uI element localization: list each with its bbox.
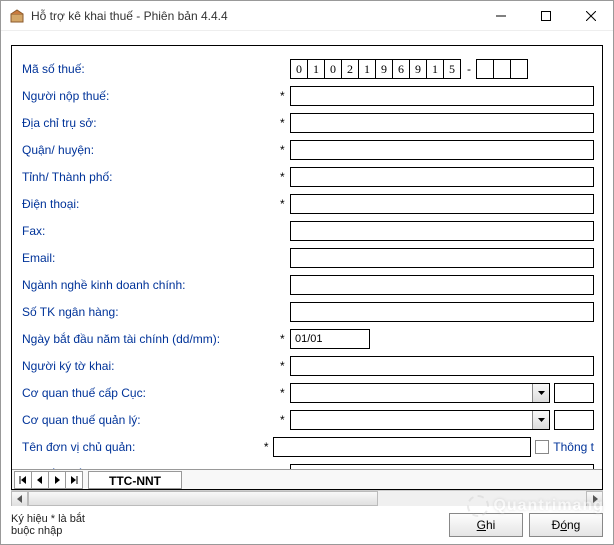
maximize-button[interactable]: [523, 1, 568, 30]
input-dienthoai[interactable]: [290, 194, 594, 214]
input-nguoikytokhai[interactable]: [290, 356, 594, 376]
scroll-right-button[interactable]: [586, 491, 603, 506]
label-nguoinopthue: Người nộp thuế:: [22, 89, 280, 103]
input-coquanthuequanly-extra[interactable]: [554, 410, 594, 430]
tax-code-boxes: -: [290, 59, 528, 79]
tab-bar: TTC-NNT: [12, 469, 602, 490]
save-label-rest: hi: [486, 518, 495, 532]
input-fax[interactable]: [290, 221, 594, 241]
label-fax: Fax:: [22, 224, 280, 238]
label-ngaybatdau: Ngày bắt đầu năm tài chính (dd/mm):: [22, 332, 280, 346]
dropdown-icon[interactable]: [532, 411, 549, 429]
minimize-button[interactable]: [478, 1, 523, 30]
label-nganhnghe: Ngành nghề kinh doanh chính:: [22, 278, 280, 292]
label-tinhthanhpho: Tỉnh/ Thành phố:: [22, 170, 280, 184]
combo-coquanthuequanly[interactable]: [290, 410, 550, 430]
required-note: Ký hiệu * là bắtbuộc nhập: [11, 513, 443, 537]
input-tendonvichuquan[interactable]: [273, 437, 531, 457]
required-star: *: [280, 197, 290, 211]
required-star: *: [280, 359, 290, 373]
horizontal-scrollbar[interactable]: [11, 490, 603, 506]
label-masothue: Mã số thuế:: [22, 62, 280, 76]
form-container: Mã số thuế:: [11, 45, 603, 490]
tax-digit-2[interactable]: [324, 59, 342, 79]
input-quanhuyen[interactable]: [290, 140, 594, 160]
label-nguoikytokhai: Người ký tờ khai:: [22, 359, 280, 373]
required-star: *: [280, 467, 290, 469]
combo-coquanthueapcuc[interactable]: [290, 383, 550, 403]
scroll-track[interactable]: [28, 491, 586, 506]
scroll-thumb[interactable]: [28, 491, 378, 506]
tax-digit-0[interactable]: [290, 59, 308, 79]
input-masothuedonvi[interactable]: [290, 464, 594, 469]
label-tendonvichuquan: Tên đơn vị chủ quản:: [22, 440, 264, 454]
window-title: Hỗ trợ kê khai thuế - Phiên bản 4.4.4: [31, 9, 478, 23]
titlebar: Hỗ trợ kê khai thuế - Phiên bản 4.4.4: [1, 1, 613, 31]
tax-digit-9[interactable]: [443, 59, 461, 79]
tax-digit-5[interactable]: [375, 59, 393, 79]
input-coquanthueapcuc-extra[interactable]: [554, 383, 594, 403]
tax-digit-7[interactable]: [409, 59, 427, 79]
tax-ext-1[interactable]: [493, 59, 511, 79]
footer-bar: Ký hiệu * là bắtbuộc nhập Ghi Đóng: [1, 506, 613, 544]
input-ngaybatdau[interactable]: [290, 329, 370, 349]
tax-digit-1[interactable]: [307, 59, 325, 79]
tax-ext-0[interactable]: [476, 59, 494, 79]
required-star: *: [280, 413, 290, 427]
label-diachi: Địa chỉ trụ sở:: [22, 116, 280, 130]
input-sotknganhang[interactable]: [290, 302, 594, 322]
nav-last-button[interactable]: [65, 471, 83, 489]
input-tinhthanhpho[interactable]: [290, 167, 594, 187]
dropdown-icon[interactable]: [532, 384, 549, 402]
label-coquanthuequanly: Cơ quan thuế quản lý:: [22, 413, 280, 427]
tax-digit-6[interactable]: [392, 59, 410, 79]
required-star: *: [280, 89, 290, 103]
form-area: Mã số thuế:: [12, 46, 602, 469]
close-button-footer[interactable]: Đóng: [529, 513, 603, 537]
tax-dash: -: [461, 62, 477, 76]
required-star: *: [280, 386, 290, 400]
label-coquanthueapcuc: Cơ quan thuế cấp Cục:: [22, 386, 280, 400]
label-masothuedonvi: Mã số thuế đơn vị chủ quản:: [22, 467, 280, 469]
input-email[interactable]: [290, 248, 594, 268]
required-star: *: [264, 440, 273, 454]
close-button[interactable]: [568, 1, 613, 30]
label-dienthoai: Điện thoại:: [22, 197, 280, 211]
input-nganhnghe[interactable]: [290, 275, 594, 295]
input-nguoinopthue[interactable]: [290, 86, 594, 106]
scroll-left-button[interactable]: [11, 491, 28, 506]
input-diachi[interactable]: [290, 113, 594, 133]
required-star: *: [280, 143, 290, 157]
label-email: Email:: [22, 251, 280, 265]
required-star: *: [280, 332, 290, 346]
tax-digit-8[interactable]: [426, 59, 444, 79]
save-button[interactable]: Ghi: [449, 513, 523, 537]
label-sotknganhang: Số TK ngân hàng:: [22, 305, 280, 319]
required-star: *: [280, 170, 290, 184]
tax-digit-4[interactable]: [358, 59, 376, 79]
app-window: Hỗ trợ kê khai thuế - Phiên bản 4.4.4 Mã…: [0, 0, 614, 545]
checkbox-label: Thông t: [553, 440, 594, 454]
checkbox-thongtin[interactable]: [535, 440, 549, 454]
nav-next-button[interactable]: [48, 471, 66, 489]
nav-first-button[interactable]: [14, 471, 32, 489]
tax-ext-2[interactable]: [510, 59, 528, 79]
tax-digit-3[interactable]: [341, 59, 359, 79]
tab-ttc-nnt[interactable]: TTC-NNT: [88, 471, 182, 489]
content-panel: Mã số thuế:: [1, 35, 613, 506]
label-quanhuyen: Quận/ huyện:: [22, 143, 280, 157]
required-star: *: [280, 116, 290, 130]
app-icon: [9, 8, 25, 24]
nav-prev-button[interactable]: [31, 471, 49, 489]
